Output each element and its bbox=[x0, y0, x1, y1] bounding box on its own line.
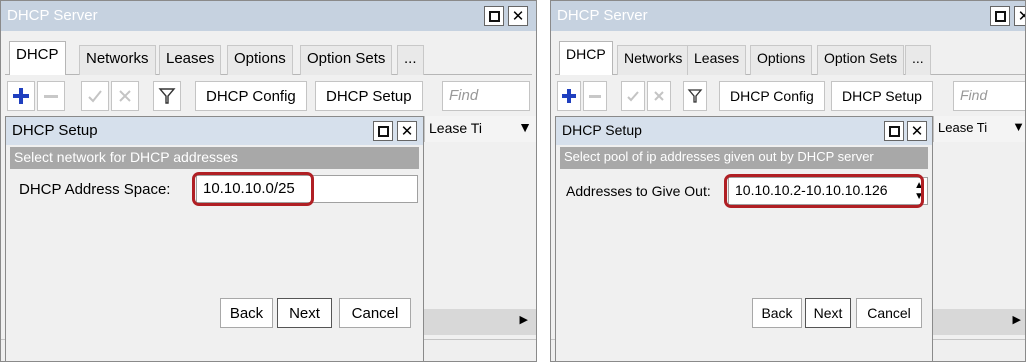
dialog-maximize-button[interactable] bbox=[884, 121, 904, 141]
window-title: DHCP Server bbox=[557, 7, 648, 24]
highlight-box bbox=[724, 174, 924, 208]
find-input[interactable]: Find bbox=[442, 81, 530, 111]
dialog-maximize-button[interactable] bbox=[373, 121, 393, 141]
window-title: DHCP Server bbox=[7, 7, 98, 24]
dhcp-config-button[interactable]: DHCP Config bbox=[719, 81, 825, 111]
filter-icon bbox=[158, 88, 176, 104]
tab-more[interactable]: ... bbox=[905, 45, 931, 75]
add-button[interactable] bbox=[7, 81, 35, 111]
dialog-titlebar[interactable]: DHCP Setup ✕ bbox=[6, 117, 423, 145]
dhcp-setup-dialog: DHCP Setup ✕ Select pool of ip addresses… bbox=[555, 116, 933, 361]
check-icon bbox=[627, 91, 639, 102]
scroll-right-icon[interactable]: ▶ bbox=[520, 313, 528, 326]
tab-options[interactable]: Options bbox=[227, 45, 293, 75]
enable-button[interactable] bbox=[621, 81, 645, 111]
tab-leases[interactable]: Leases bbox=[159, 45, 222, 75]
maximize-icon bbox=[488, 10, 500, 22]
tab-bar: DHCP Networks Leases Options Option Sets… bbox=[5, 41, 532, 75]
close-button[interactable]: ✕ bbox=[1014, 6, 1025, 26]
plus-icon bbox=[562, 89, 576, 103]
check-icon bbox=[88, 90, 102, 103]
addresses-to-give-out-label: Addresses to Give Out: bbox=[566, 183, 711, 199]
scroll-right-icon[interactable]: ▶ bbox=[1013, 313, 1021, 326]
dropdown-arrow-icon[interactable]: ▼ bbox=[518, 119, 532, 135]
dropdown-arrow-icon[interactable]: ▼ bbox=[1012, 119, 1025, 134]
tab-options[interactable]: Options bbox=[750, 45, 813, 75]
tab-option-sets[interactable]: Option Sets bbox=[817, 45, 905, 75]
window-titlebar[interactable]: DHCP Server ✕ bbox=[551, 1, 1025, 31]
cross-icon bbox=[654, 91, 664, 101]
horizontal-scrollbar[interactable]: ▶ bbox=[933, 309, 1025, 335]
next-button[interactable]: Next bbox=[805, 298, 851, 328]
dialog-instruction: Select network for DHCP addresses bbox=[10, 147, 419, 169]
close-button[interactable]: ✕ bbox=[508, 6, 528, 26]
back-button[interactable]: Back bbox=[752, 298, 802, 328]
disable-button[interactable] bbox=[647, 81, 671, 111]
cancel-button[interactable]: Cancel bbox=[856, 298, 922, 328]
back-button[interactable]: Back bbox=[220, 298, 273, 328]
dhcp-server-window-left: DHCP Server ✕ DHCP Networks Leases Optio… bbox=[0, 0, 537, 362]
close-icon: ✕ bbox=[1018, 9, 1025, 24]
dialog-instruction: Select pool of ip addresses given out by… bbox=[560, 147, 928, 169]
tab-bar: DHCP Networks Leases Options Option Sets… bbox=[555, 41, 1025, 75]
highlight-box bbox=[192, 172, 314, 206]
lease-time-column-header[interactable]: Lease Ti ▼ bbox=[933, 116, 1025, 142]
remove-button[interactable] bbox=[583, 81, 607, 111]
column-header-label: Lease Ti bbox=[938, 120, 988, 135]
toolbar: DHCP Config DHCP Setup Find bbox=[5, 79, 532, 113]
tab-leases[interactable]: Leases bbox=[687, 45, 747, 75]
filter-icon bbox=[687, 89, 703, 103]
maximize-icon bbox=[888, 125, 900, 137]
tab-dhcp[interactable]: DHCP bbox=[559, 41, 613, 75]
lease-time-column-header[interactable]: Lease Ti ▼ bbox=[424, 116, 536, 142]
add-button[interactable] bbox=[557, 81, 581, 111]
dhcp-config-button[interactable]: DHCP Config bbox=[195, 81, 307, 111]
maximize-button[interactable] bbox=[484, 6, 504, 26]
disable-button[interactable] bbox=[111, 81, 139, 111]
horizontal-scrollbar[interactable]: ▶ bbox=[424, 309, 536, 335]
cancel-button[interactable]: Cancel bbox=[339, 298, 411, 328]
maximize-icon bbox=[377, 125, 389, 137]
dhcp-setup-button[interactable]: DHCP Setup bbox=[831, 81, 933, 111]
plus-icon bbox=[13, 88, 29, 104]
dialog-title: DHCP Setup bbox=[12, 122, 98, 139]
remove-button[interactable] bbox=[37, 81, 65, 111]
minus-icon bbox=[589, 95, 601, 98]
find-input[interactable]: Find bbox=[953, 81, 1025, 111]
window-titlebar[interactable]: DHCP Server ✕ bbox=[1, 1, 536, 31]
maximize-icon bbox=[994, 10, 1006, 22]
filter-button[interactable] bbox=[153, 81, 181, 111]
dialog-close-button[interactable]: ✕ bbox=[907, 121, 927, 141]
maximize-button[interactable] bbox=[990, 6, 1010, 26]
column-header-label: Lease Ti bbox=[429, 120, 482, 136]
dialog-title: DHCP Setup bbox=[562, 122, 642, 138]
address-space-label: DHCP Address Space: bbox=[19, 181, 171, 198]
dialog-close-button[interactable]: ✕ bbox=[397, 121, 417, 141]
close-icon: ✕ bbox=[511, 7, 525, 25]
dhcp-setup-button[interactable]: DHCP Setup bbox=[315, 81, 423, 111]
enable-button[interactable] bbox=[81, 81, 109, 111]
close-icon: ✕ bbox=[910, 122, 924, 140]
tab-more[interactable]: ... bbox=[397, 45, 424, 75]
dialog-titlebar[interactable]: DHCP Setup ✕ bbox=[556, 117, 932, 145]
tab-networks[interactable]: Networks bbox=[79, 45, 156, 75]
filter-button[interactable] bbox=[683, 81, 707, 111]
dhcp-setup-dialog: DHCP Setup ✕ Select network for DHCP add… bbox=[5, 116, 424, 361]
tab-networks[interactable]: Networks bbox=[617, 45, 690, 75]
toolbar: DHCP Config DHCP Setup Find bbox=[555, 79, 1025, 113]
tab-dhcp[interactable]: DHCP bbox=[9, 41, 66, 75]
tab-option-sets[interactable]: Option Sets bbox=[300, 45, 393, 75]
cross-icon bbox=[119, 90, 131, 102]
next-button[interactable]: Next bbox=[277, 298, 332, 328]
dhcp-server-window-right: DHCP Server ✕ DHCP Networks Leases Optio… bbox=[550, 0, 1026, 362]
close-icon: ✕ bbox=[400, 122, 414, 140]
minus-icon bbox=[44, 95, 58, 98]
